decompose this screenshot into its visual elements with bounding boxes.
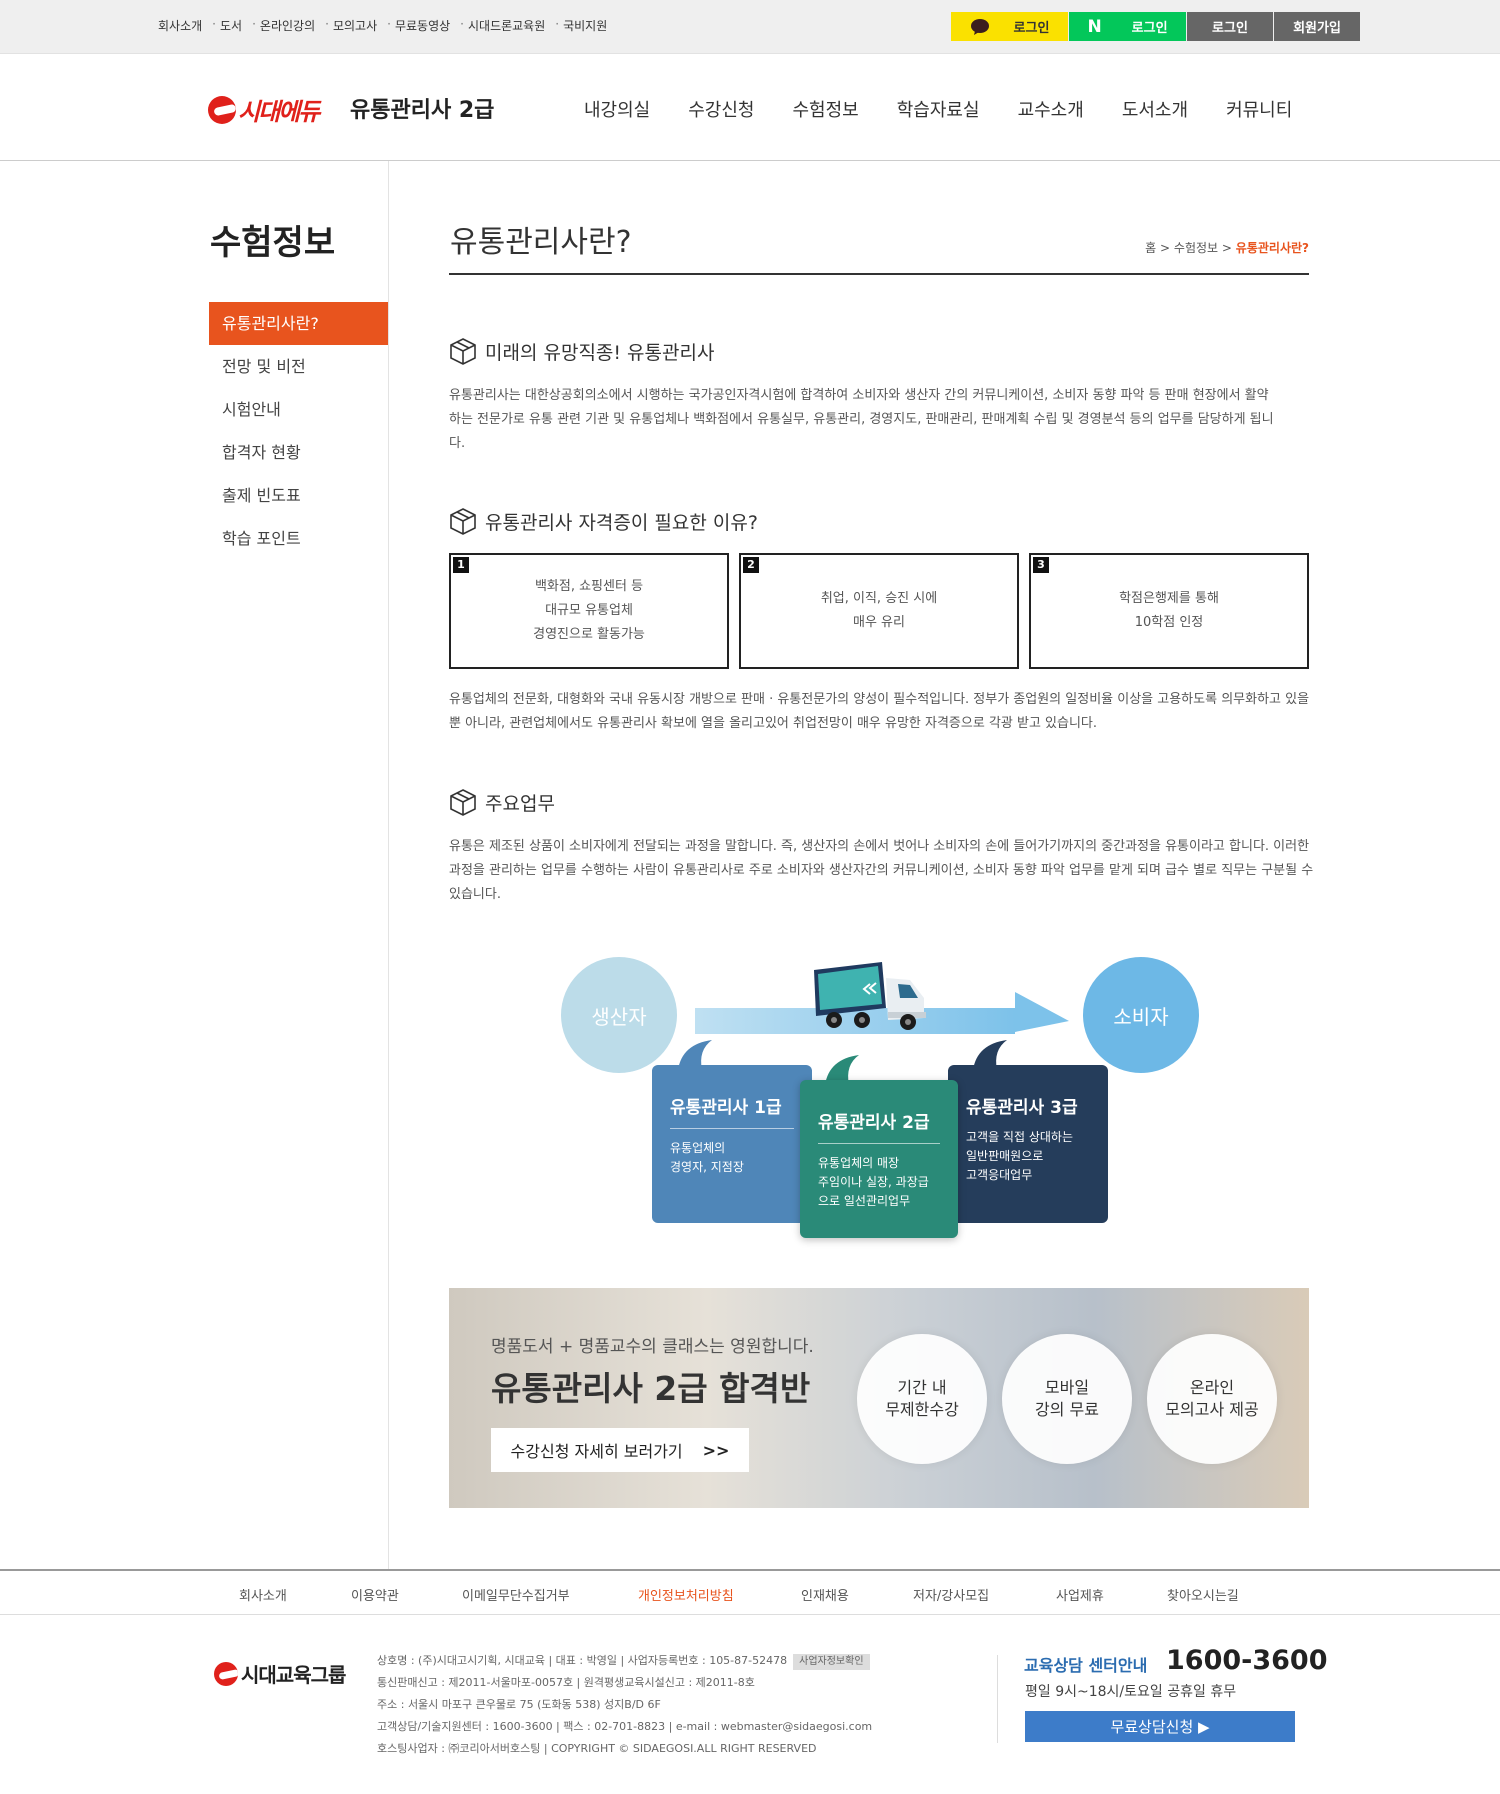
footer-link-recruit-authors[interactable]: 저자/강사모집: [913, 1585, 989, 1604]
grade-title: 유통관리사 3급: [966, 1098, 1078, 1118]
double-chevron-right-icon: >>: [702, 1440, 730, 1460]
naver-login-button[interactable]: N 로그인: [1069, 12, 1186, 41]
naver-n-icon: N: [1087, 16, 1102, 37]
kakao-login-button[interactable]: 로그인: [951, 12, 1068, 41]
company-info: 상호명 : (주)시대고시기획, 시대교육 | 대표 : 박영일 | 사업자등록…: [377, 1654, 873, 1755]
banner-title: 유통관리사 2급 합격반: [491, 1369, 811, 1408]
sidebar-item-pass-status[interactable]: 합격자 현황: [209, 431, 388, 474]
section-heading-main-duties: 주요업무: [449, 788, 555, 816]
promo-banner[interactable]: 명품도서 + 명품교수의 클래스는 영원합니다. 유통관리사 2급 합격반 수강…: [449, 1288, 1309, 1508]
site-header: 시대에듀 유통관리사 2급 내강의실 수강신청 수험정보 학습자료실 교수소개 …: [0, 54, 1500, 161]
grade-3-card: 유통관리사 3급 고객을 직접 상대하는 일반판매원으로 고객응대업무: [948, 1065, 1108, 1223]
top-link-books[interactable]: 도서: [220, 17, 242, 34]
nav-professors[interactable]: 교수소개: [1018, 96, 1084, 122]
breadcrumb: 홈 > 수험정보 > 유통관리사란?: [1145, 241, 1309, 255]
top-links: 회사소개 · 도서 · 온라인강의 · 모의고사 · 무료동영상 · 시대드론교육원 · 국…: [158, 17, 608, 34]
nav-enrollment[interactable]: 수강신청: [688, 96, 754, 122]
footer-link-company[interactable]: 회사소개: [239, 1585, 287, 1604]
footer-link-partnership[interactable]: 사업제휴: [1056, 1585, 1104, 1604]
section-text-future: 유통관리사는 대한상공회의소에서 시행하는 국가공인자격시험에 합격하여 소비자…: [449, 388, 1274, 451]
title-underline: [449, 273, 1309, 275]
breadcrumb-parent[interactable]: 수험정보: [1174, 241, 1218, 255]
sidebar-divider: [388, 161, 389, 1569]
reason-text: 취업, 이직, 승진 시에 매우 유리: [820, 591, 938, 630]
grade-1-card: 유통관리사 1급 유통업체의 경영자, 지점장: [652, 1065, 812, 1223]
footer-link-email-refusal[interactable]: 이메일무단수집거부: [462, 1585, 570, 1604]
biz-info-button[interactable]: 사업자정보확인: [793, 1654, 870, 1670]
breadcrumb-home[interactable]: 홈: [1145, 241, 1156, 255]
section-text-why: 유통업체의 전문화, 대형화와 국내 유동시장 개방으로 판매 · 유통전문가의…: [449, 692, 1310, 731]
footer-logo-mark-icon: [214, 1661, 238, 1686]
producer-circle: 생산자: [561, 957, 677, 1073]
section-heading-future: 미래의 유망직종! 유통관리사: [449, 337, 714, 365]
sidaeedu-logo[interactable]: 시대에듀: [208, 92, 320, 127]
grade-desc: 유통업체의 경영자, 지점장: [670, 1141, 744, 1174]
cs-phone: 1600-3600: [1166, 1645, 1328, 1676]
feature-unlimited: 기간 내 무제한수강: [857, 1334, 987, 1464]
banner-subtitle: 명품도서 + 명품교수의 클래스는 영원합니다.: [491, 1337, 814, 1357]
free-consult-button[interactable]: 무료상담신청 ▶: [1025, 1711, 1295, 1742]
consumer-circle: 소비자: [1083, 957, 1199, 1073]
grade-desc: 유통업체의 매장 주임이나 실장, 과장급 으로 일선관리업무: [818, 1156, 929, 1208]
nav-exam-info[interactable]: 수험정보: [793, 96, 859, 122]
sidebar-item-distribution-manager[interactable]: 유통관리사란?: [209, 302, 388, 345]
top-utility-bar: 회사소개 · 도서 · 온라인강의 · 모의고사 · 무료동영상 · 시대드론교육원 · 국…: [0, 0, 1500, 54]
nav-my-classroom[interactable]: 내강의실: [584, 96, 650, 122]
box-icon: [450, 789, 476, 816]
grade-title: 유통관리사 2급: [818, 1108, 940, 1144]
footer-links: 회사소개 이용약관 이메일무단수집거부 개인정보처리방침 인재채용 저자/강사모…: [0, 1569, 1500, 1615]
grade-desc: 고객을 직접 상대하는 일반판매원으로 고객응대업무: [966, 1130, 1073, 1182]
footer-link-privacy[interactable]: 개인정보처리방침: [638, 1585, 734, 1604]
login-button[interactable]: 로그인: [1187, 12, 1273, 41]
top-link-free-videos[interactable]: 무료동영상: [395, 17, 450, 34]
grade-2-card: 유통관리사 2급 유통업체의 매장 주임이나 실장, 과장급 으로 일선관리업무: [800, 1080, 958, 1238]
logo-mark-icon: [208, 95, 236, 124]
reason-number: 3: [1033, 557, 1049, 573]
footer-logo: 시대교육그룹: [214, 1659, 346, 1688]
top-link-drone-edu[interactable]: 시대드론교육원: [468, 17, 545, 34]
footer-divider: [997, 1655, 998, 1743]
breadcrumb-current: 유통관리사란?: [1235, 241, 1309, 255]
box-icon: [450, 338, 476, 365]
reason-text: 백화점, 쇼핑센터 등 대규모 유통업체 경영진으로 활동가능: [533, 579, 645, 642]
feature-mobile-free: 모바일 강의 무료: [1002, 1334, 1132, 1464]
page-title: 유통관리사란?: [450, 225, 632, 260]
reason-box-3: 3 학점은행제를 통해 10학점 인정: [1029, 553, 1309, 669]
reason-box-2: 2 취업, 이직, 승진 시에 매우 유리: [739, 553, 1019, 669]
footer-link-directions[interactable]: 찾아오시는길: [1167, 1585, 1239, 1604]
sidebar-item-frequency-table[interactable]: 출제 빈도표: [209, 474, 388, 517]
grade-title: 유통관리사 1급: [670, 1093, 794, 1129]
top-link-online-lectures[interactable]: 온라인강의: [260, 17, 315, 34]
nav-study-materials[interactable]: 학습자료실: [897, 96, 980, 122]
site-title: 유통관리사 2급: [350, 98, 495, 123]
nav-community[interactable]: 커뮤니티: [1226, 96, 1292, 122]
top-link-company[interactable]: 회사소개: [158, 17, 202, 34]
enroll-detail-button[interactable]: 수강신청 자세히 보러가기 >>: [491, 1428, 749, 1472]
box-icon: [450, 508, 476, 535]
sidebar-title: 수험정보: [210, 223, 336, 263]
top-link-mock-exam[interactable]: 모의고사: [333, 17, 377, 34]
join-button[interactable]: 회원가입: [1274, 12, 1360, 41]
sidebar-item-outlook[interactable]: 전망 및 비전: [209, 345, 388, 388]
reason-number: 1: [453, 557, 469, 573]
feature-mock-exam: 온라인 모의고사 제공: [1147, 1334, 1277, 1464]
reason-number: 2: [743, 557, 759, 573]
top-link-gov-support[interactable]: 국비지원: [563, 17, 607, 34]
footer-link-careers[interactable]: 인재채용: [801, 1585, 849, 1604]
section-text-main-duties: 유통은 제조된 상품이 소비자에게 전달되는 과정을 말합니다. 즉, 생산자의…: [449, 839, 1314, 902]
reason-text: 학점은행제를 통해 10학점 인정: [1119, 591, 1219, 630]
footer-link-terms[interactable]: 이용약관: [351, 1585, 399, 1604]
sidebar-item-exam-guide[interactable]: 시험안내: [209, 388, 388, 431]
kakao-speech-icon: [970, 18, 989, 35]
truck-icon: [814, 962, 926, 1030]
sidebar-menu: 유통관리사란? 전망 및 비전 시험안내 합격자 현황 출제 빈도표 학습 포인…: [209, 302, 388, 560]
cs-center-label: 교육상담 센터안내: [1024, 1656, 1148, 1675]
main-nav: 내강의실 수강신청 수험정보 학습자료실 교수소개 도서소개 커뮤니티: [584, 96, 1292, 122]
reason-box-1: 1 백화점, 쇼핑센터 등 대규모 유통업체 경영진으로 활동가능: [449, 553, 729, 669]
section-heading-why: 유통관리사 자격증이 필요한 이유?: [449, 507, 758, 535]
nav-books[interactable]: 도서소개: [1122, 96, 1188, 122]
sidebar-item-study-points[interactable]: 학습 포인트: [209, 517, 388, 560]
cs-hours: 평일 9시~18시/토요일 공휴일 휴무: [1025, 1684, 1237, 1700]
